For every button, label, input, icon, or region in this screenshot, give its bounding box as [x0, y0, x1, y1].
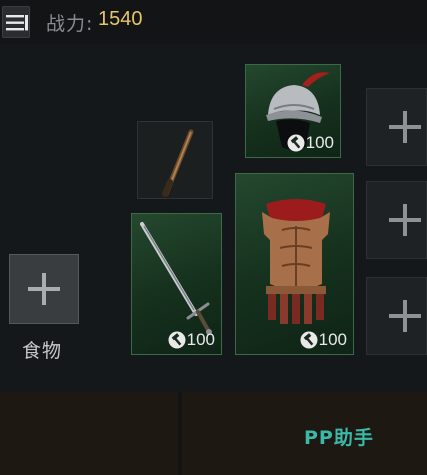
hammer-icon: [287, 134, 305, 152]
plus-icon: [389, 111, 421, 143]
bottom-divider: [178, 392, 182, 475]
menu-icon: [6, 15, 28, 31]
accessory-slot-3[interactable]: [366, 277, 427, 355]
plus-icon: [389, 300, 421, 332]
accessory-slot-1[interactable]: [366, 88, 427, 166]
helmet-durability: 100: [287, 133, 334, 153]
sword-durability: 100: [168, 330, 215, 350]
hammer-icon: [168, 331, 186, 349]
hammer-icon: [300, 331, 318, 349]
menu-button[interactable]: [2, 6, 30, 38]
combat-power-value: 1540: [98, 8, 143, 30]
watermark: PP助手: [304, 427, 374, 449]
combat-power-label: 战力:: [46, 13, 94, 35]
armor-durability-value: 100: [318, 330, 347, 349]
armor-durability: 100: [300, 330, 347, 350]
top-bar: 战力: 1540: [0, 0, 427, 44]
plus-icon: [28, 273, 60, 305]
food-label: 食物: [22, 340, 63, 362]
dagger-icon: [162, 129, 194, 197]
helmet-slot[interactable]: 100: [245, 64, 341, 158]
helmet-durability-value: 100: [305, 133, 334, 152]
accessory-slot-2[interactable]: [366, 181, 427, 259]
armor-icon: [262, 199, 330, 324]
dagger-slot[interactable]: [137, 121, 213, 199]
sword-slot[interactable]: 100: [131, 213, 222, 355]
armor-slot[interactable]: 100: [235, 173, 354, 355]
food-slot[interactable]: [9, 254, 79, 324]
sword-durability-value: 100: [186, 330, 215, 349]
plus-icon: [389, 204, 421, 236]
